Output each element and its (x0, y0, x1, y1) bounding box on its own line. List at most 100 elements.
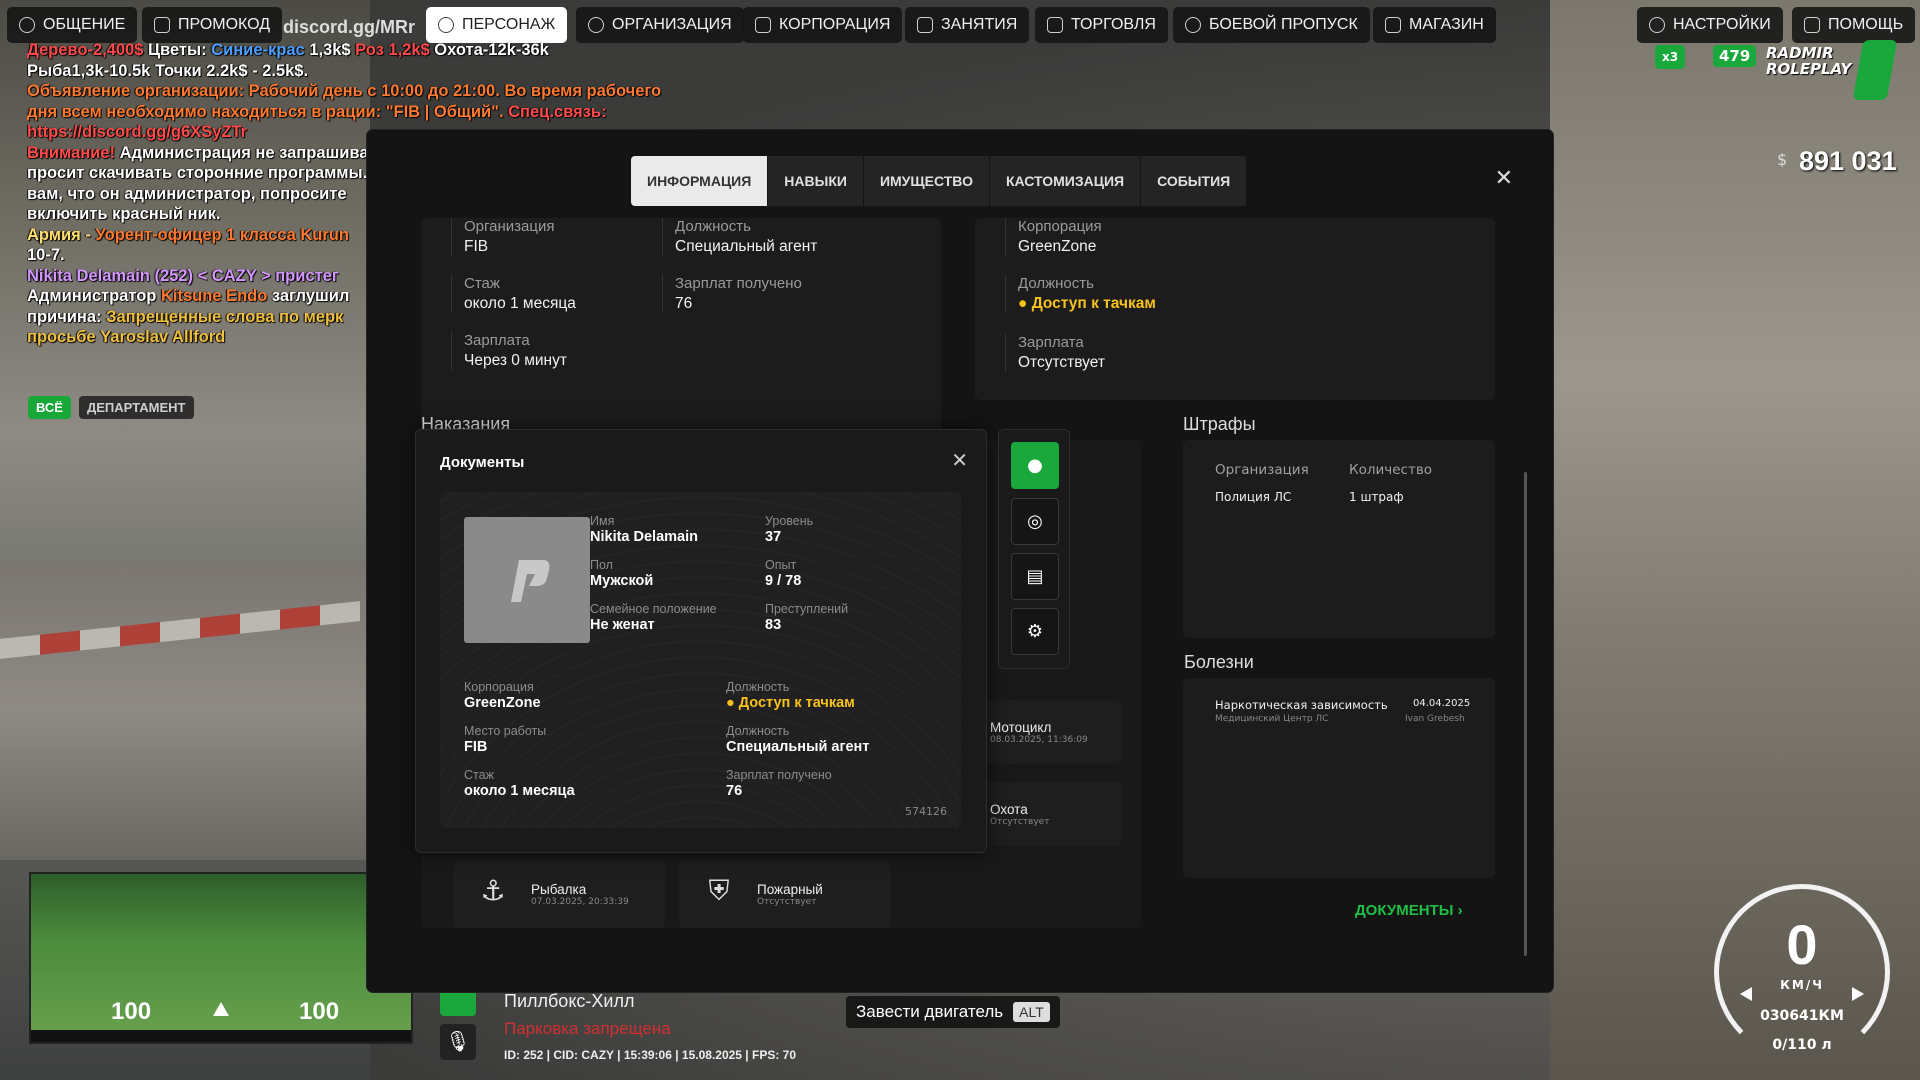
chat-segment: Уорент-офицер 1 класса Kurun (95, 225, 349, 244)
chat-segment: Дерево-2,400$ (27, 41, 148, 59)
chat-segment: Внимание! (27, 143, 120, 162)
tab-information[interactable]: ИНФОРМАЦИЯ (631, 156, 769, 206)
chat-segment: просьбе Yaroslav Allford (27, 328, 226, 346)
corp-salary-field: Зарплата Отсутствует (1005, 334, 1105, 372)
chat-segment: Армия - (27, 225, 96, 244)
tab-character[interactable]: ПЕРСОНАЖ (426, 7, 568, 43)
document-number: 574126 (905, 805, 947, 818)
cart-icon (1385, 17, 1401, 33)
search-gear-icon: ⚙ (1026, 621, 1044, 642)
money-amount: 891 031 (1799, 146, 1897, 176)
chat-segment: Запрещенные слова по мерк (106, 307, 344, 326)
chat-segment: Охота-12k-36k (434, 41, 549, 59)
status-bars (31, 1030, 411, 1042)
server-logo: RADMIR ROLEPLAY (1766, 44, 1852, 78)
turn-right-icon (1852, 987, 1864, 1001)
tab-battle-pass[interactable]: БОЕВОЙ ПРОПУСК (1173, 7, 1370, 43)
person-icon: ● (1027, 455, 1043, 476)
logo-icon (511, 560, 550, 602)
org-field: Организация FIB (451, 218, 554, 256)
chat-segment: Администратор (27, 287, 161, 305)
position-field: Должность Специальный агент (662, 218, 817, 256)
chat-line: Объявление организации: Рабочий день с 1… (27, 81, 717, 102)
speed-value: 0 (1786, 913, 1818, 976)
tab-customization[interactable]: КАСТОМИЗАЦИЯ (990, 156, 1142, 206)
gear-icon (1649, 17, 1665, 33)
minimap: 100 100 (29, 872, 413, 1044)
tab-help[interactable]: ПОМОЩЬ (1792, 7, 1916, 43)
doc-salaries-field: Зарплат получено 76 (726, 768, 832, 799)
tab-events[interactable]: СОБЫТИЯ (1141, 156, 1248, 206)
diseases-title: Болезни (1184, 652, 1254, 672)
chat-segment: Nikita Delamain (252) < CAZY > пристег (27, 266, 339, 285)
fines-title: Штрафы (1183, 414, 1256, 434)
chat-segment: Цветы: (147, 41, 212, 59)
odometer: 030641КМ (1760, 1008, 1844, 1024)
chat-segment: Рыба1,3k-10.5k Точки 2.2k$ - 2.5k$. (27, 61, 309, 80)
card-button[interactable]: ▤ (1011, 553, 1059, 600)
license-hunting: Охота Отсутствует (982, 782, 1122, 846)
medal-icon: ● (1018, 295, 1028, 312)
microphone-icon: 🎙 (440, 1024, 476, 1060)
chart-icon (1047, 17, 1063, 33)
tab-activities[interactable]: ЗАНЯТИЯ (905, 7, 1030, 43)
panel-tabs: ИНФОРМАЦИЯ НАВЫКИ ИМУЩЕСТВО КАСТОМИЗАЦИЯ… (631, 156, 1248, 206)
chat-segment: 1,3k$ (309, 41, 356, 59)
corporation-card: Корпорация GreenZone Должность ● Доступ … (975, 218, 1495, 400)
tab-settings[interactable]: НАСТРОЙКИ (1637, 7, 1783, 43)
tab-skills[interactable]: НАВЫКИ (768, 156, 864, 206)
chat-segment: Kitsune Endo (160, 287, 272, 305)
tab-trade[interactable]: ТОРГОВЛЯ (1035, 7, 1168, 43)
chat-filter-all[interactable]: ВСЁ (28, 396, 71, 419)
salaries-received-field: Зарплат получено 76 (662, 275, 802, 313)
corp-position-field: Должность ● Доступ к тачкам (1005, 275, 1156, 313)
armor-value: 100 (299, 998, 340, 1025)
turn-left-icon (1740, 987, 1752, 1001)
shield-icon: ⛨ (708, 874, 730, 907)
passport-button[interactable]: ● (1011, 442, 1059, 489)
documents-modal: Документы ✕ Имя Nikita Delamain Уровень … (415, 429, 987, 853)
location-name: Пиллбокс-Хилл (504, 991, 635, 1011)
close-icon[interactable]: ✕ (951, 448, 968, 472)
license-firefighter: ⛨ Пожарный Отсутствует (679, 860, 891, 928)
chat-segment: заглушил (271, 287, 350, 305)
chat-filter-department[interactable]: ДЕПАРТАМЕНТ (78, 396, 194, 419)
close-icon[interactable]: ✕ (1495, 166, 1513, 191)
chat-segment: включить красный ник. (27, 205, 221, 223)
name-field: Имя Nikita Delamain (590, 514, 698, 545)
medical-button[interactable]: ⚙ (1011, 608, 1059, 655)
tab-promocode[interactable]: ПРОМОКОД (142, 7, 283, 43)
chat-line: Рыба1,3k-10.5k Точки 2.2k$ - 2.5k$. (27, 61, 717, 82)
health-value: 100 (111, 998, 152, 1025)
tab-shop[interactable]: МАГАЗИН (1373, 7, 1496, 43)
help-icon (1804, 17, 1820, 33)
fishing-hook-icon: ⚓ (480, 874, 506, 907)
documents-title: Документы (440, 454, 525, 471)
doc-corp-field: Корпорация GreenZone (464, 680, 541, 711)
scrollbar[interactable] (1524, 472, 1527, 956)
tab-property[interactable]: ИМУЩЕСТВО (864, 156, 990, 206)
discord-link: discord.gg/MRr (283, 17, 416, 37)
salary-field: Зарплата Через 0 минут (451, 332, 567, 370)
list-icon (917, 17, 933, 33)
chat-segment: https://discord.gg/g6XSyZTr (27, 123, 248, 141)
doc-position-field: Должность Специальный агент (726, 724, 870, 755)
multiplier-badge: x3 (1655, 45, 1685, 69)
tab-chat[interactable]: ОБЩЕНИЕ (7, 7, 138, 43)
document-type-selector: ● ◎ ▤ ⚙ (998, 429, 1070, 669)
chat-segment: Роз 1,2k$ (355, 41, 435, 59)
user-tree-icon (154, 17, 170, 33)
license-button[interactable]: ◎ (1011, 498, 1059, 545)
id-card: Имя Nikita Delamain Уровень 37 Пол Мужск… (440, 492, 961, 828)
chat-segment: Объявление организации: Рабочий день с 1… (27, 82, 662, 100)
tab-corporation[interactable]: КОРПОРАЦИЯ (743, 7, 903, 43)
online-count: 479 (1713, 45, 1757, 67)
parking-status: Парковка запрещена (504, 1019, 671, 1038)
steering-wheel-icon: ◎ (1027, 511, 1043, 532)
license-motorcycle: Мотоцикл 08.03.2025, 11:36:09 (982, 700, 1122, 764)
documents-button[interactable]: ДОКУМЕНТЫ › (1355, 902, 1463, 919)
tab-organization[interactable]: ОРГАНИЗАЦИЯ (576, 7, 744, 43)
crimes-field: Преступлений 83 (765, 602, 849, 633)
handshake-icon (755, 17, 771, 33)
gear-badge-icon (1185, 17, 1201, 33)
